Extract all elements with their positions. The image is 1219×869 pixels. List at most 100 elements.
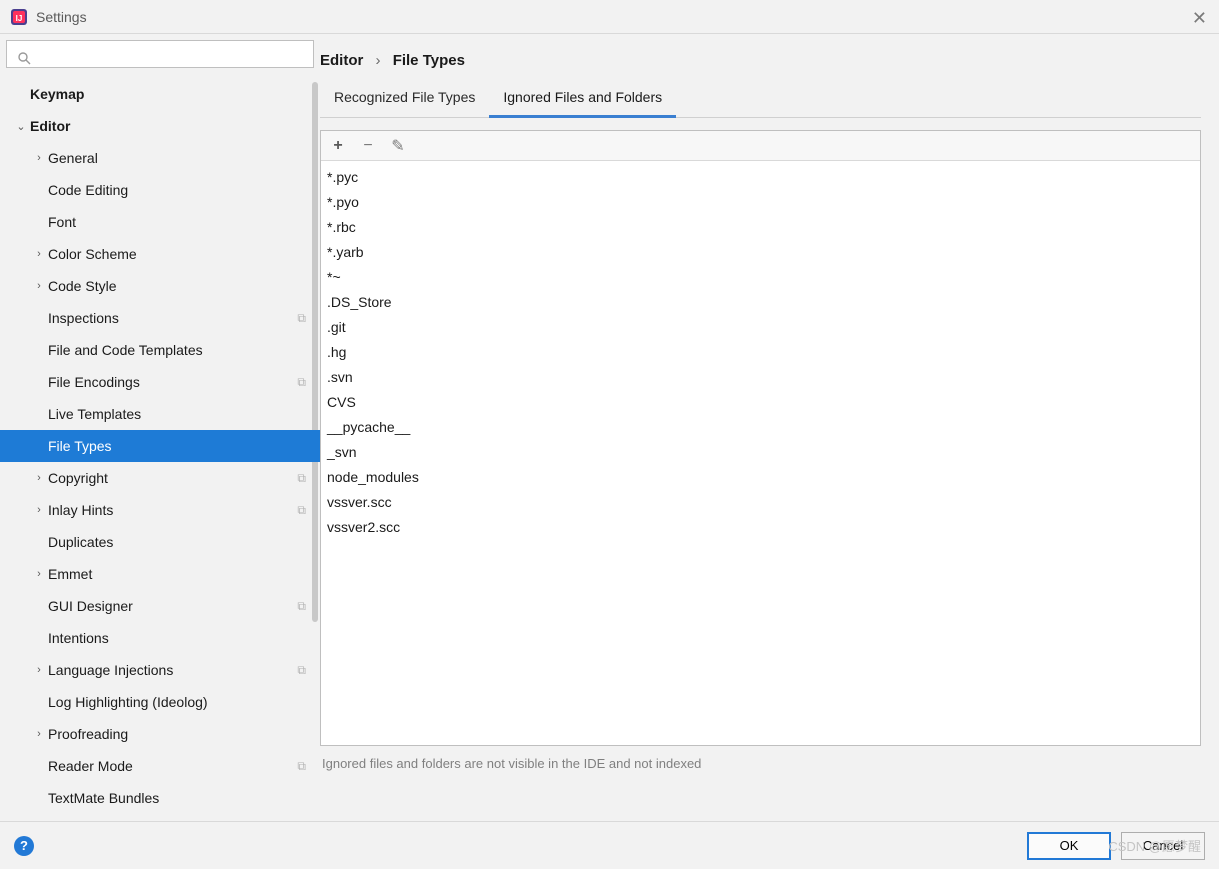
chevron-right-icon[interactable]: › — [32, 280, 46, 292]
add-button[interactable]: + — [329, 137, 347, 155]
sidebar-item-log-highlighting-ideolog-[interactable]: Log Highlighting (Ideolog) — [0, 686, 320, 718]
sidebar-item-label: Font — [48, 214, 312, 230]
sidebar-item-file-and-code-templates[interactable]: File and Code Templates — [0, 334, 320, 366]
sidebar-item-proofreading[interactable]: ›Proofreading — [0, 718, 320, 750]
sidebar-item-code-style[interactable]: ›Code Style — [0, 270, 320, 302]
list-item[interactable]: .svn — [327, 365, 1194, 390]
chevron-right-icon: › — [376, 52, 381, 69]
sidebar-item-label: Editor — [30, 118, 312, 134]
scope-icon: ⧉ — [297, 471, 306, 486]
list-item[interactable]: __pycache__ — [327, 415, 1194, 440]
title-bar: IJ Settings ✕ — [0, 0, 1219, 34]
dialog-footer: ? OK Cancel — [0, 821, 1219, 869]
tab-recognized-file-types[interactable]: Recognized File Types — [320, 79, 489, 118]
sidebar-item-label: File Types — [48, 438, 312, 454]
sidebar-item-label: Log Highlighting (Ideolog) — [48, 694, 312, 710]
chevron-right-icon[interactable]: › — [32, 504, 46, 516]
chevron-down-icon[interactable]: ⌄ — [14, 120, 28, 133]
sidebar-item-emmet[interactable]: ›Emmet — [0, 558, 320, 590]
list-item[interactable]: vssver2.scc — [327, 515, 1194, 540]
list-item[interactable]: node_modules — [327, 465, 1194, 490]
close-icon[interactable]: ✕ — [1192, 8, 1207, 29]
sidebar-item-duplicates[interactable]: Duplicates — [0, 526, 320, 558]
ok-button[interactable]: OK — [1027, 832, 1111, 860]
ignored-patterns-panel: + − ✎ *.pyc*.pyo*.rbc*.yarb*~.DS_Store.g… — [320, 130, 1201, 746]
sidebar-item-reader-mode[interactable]: Reader Mode⧉ — [0, 750, 320, 782]
search-input[interactable] — [6, 40, 314, 68]
sidebar-item-label: GUI Designer — [48, 598, 297, 614]
list-item[interactable]: CVS — [327, 390, 1194, 415]
settings-tree[interactable]: Keymap⌄Editor›GeneralCode EditingFont›Co… — [0, 74, 320, 821]
chevron-right-icon[interactable]: › — [32, 568, 46, 580]
sidebar-item-label: Reader Mode — [48, 758, 297, 774]
cancel-button[interactable]: Cancel — [1121, 832, 1205, 860]
sidebar-item-label: File Encodings — [48, 374, 297, 390]
remove-button[interactable]: − — [359, 137, 377, 155]
hint-text: Ignored files and folders are not visibl… — [320, 746, 1201, 781]
sidebar-item-label: Live Templates — [48, 406, 312, 422]
sidebar-item-textmate-bundles[interactable]: TextMate Bundles — [0, 782, 320, 814]
help-icon[interactable]: ? — [14, 836, 34, 856]
sidebar-item-label: Copyright — [48, 470, 297, 486]
breadcrumb-current: File Types — [393, 52, 465, 69]
sidebar-item-gui-designer[interactable]: GUI Designer⧉ — [0, 590, 320, 622]
patterns-list[interactable]: *.pyc*.pyo*.rbc*.yarb*~.DS_Store.git.hg.… — [321, 161, 1200, 745]
window-title: Settings — [36, 9, 87, 25]
sidebar-item-label: File and Code Templates — [48, 342, 312, 358]
panel-toolbar: + − ✎ — [321, 131, 1200, 161]
list-item[interactable]: .hg — [327, 340, 1194, 365]
breadcrumb-parent[interactable]: Editor — [320, 52, 363, 69]
list-item[interactable]: *.yarb — [327, 240, 1194, 265]
list-item[interactable]: *.pyc — [327, 165, 1194, 190]
svg-text:IJ: IJ — [16, 14, 23, 23]
scope-icon: ⧉ — [297, 311, 306, 326]
tabs: Recognized File TypesIgnored Files and F… — [320, 79, 1201, 118]
sidebar-item-label: Code Style — [48, 278, 312, 294]
app-icon: IJ — [10, 8, 28, 26]
sidebar-item-label: Color Scheme — [48, 246, 312, 262]
sidebar-item-font[interactable]: Font — [0, 206, 320, 238]
sidebar-item-label: Code Editing — [48, 182, 312, 198]
sidebar-item-label: TextMate Bundles — [48, 790, 312, 806]
sidebar-item-label: Inspections — [48, 310, 297, 326]
sidebar-item-label: Keymap — [30, 86, 312, 102]
list-item[interactable]: .git — [327, 315, 1194, 340]
scope-icon: ⧉ — [297, 663, 306, 678]
sidebar-item-editor[interactable]: ⌄Editor — [0, 110, 320, 142]
search-icon — [18, 52, 31, 68]
sidebar-item-inlay-hints[interactable]: ›Inlay Hints⧉ — [0, 494, 320, 526]
chevron-right-icon[interactable]: › — [32, 728, 46, 740]
sidebar-item-label: Language Injections — [48, 662, 297, 678]
scope-icon: ⧉ — [297, 375, 306, 390]
chevron-right-icon[interactable]: › — [32, 664, 46, 676]
list-item[interactable]: *.pyo — [327, 190, 1194, 215]
sidebar-item-live-templates[interactable]: Live Templates — [0, 398, 320, 430]
scope-icon: ⧉ — [297, 503, 306, 518]
sidebar-item-label: Intentions — [48, 630, 312, 646]
chevron-right-icon[interactable]: › — [32, 248, 46, 260]
sidebar-item-intentions[interactable]: Intentions — [0, 622, 320, 654]
sidebar-item-label: Inlay Hints — [48, 502, 297, 518]
chevron-right-icon[interactable]: › — [32, 152, 46, 164]
list-item[interactable]: *.rbc — [327, 215, 1194, 240]
list-item[interactable]: .DS_Store — [327, 290, 1194, 315]
sidebar-item-general[interactable]: ›General — [0, 142, 320, 174]
sidebar-item-keymap[interactable]: Keymap — [0, 78, 320, 110]
settings-sidebar: Keymap⌄Editor›GeneralCode EditingFont›Co… — [0, 34, 320, 821]
list-item[interactable]: _svn — [327, 440, 1194, 465]
sidebar-item-code-editing[interactable]: Code Editing — [0, 174, 320, 206]
scope-icon: ⧉ — [297, 759, 306, 774]
sidebar-item-color-scheme[interactable]: ›Color Scheme — [0, 238, 320, 270]
edit-button[interactable]: ✎ — [389, 136, 407, 156]
list-item[interactable]: *~ — [327, 265, 1194, 290]
list-item[interactable]: vssver.scc — [327, 490, 1194, 515]
sidebar-item-file-encodings[interactable]: File Encodings⧉ — [0, 366, 320, 398]
sidebar-item-file-types[interactable]: File Types — [0, 430, 320, 462]
sidebar-item-inspections[interactable]: Inspections⧉ — [0, 302, 320, 334]
sidebar-item-label: Proofreading — [48, 726, 312, 742]
sidebar-item-label: Duplicates — [48, 534, 312, 550]
sidebar-item-copyright[interactable]: ›Copyright⧉ — [0, 462, 320, 494]
tab-ignored-files-and-folders[interactable]: Ignored Files and Folders — [489, 79, 676, 118]
sidebar-item-language-injections[interactable]: ›Language Injections⧉ — [0, 654, 320, 686]
chevron-right-icon[interactable]: › — [32, 472, 46, 484]
